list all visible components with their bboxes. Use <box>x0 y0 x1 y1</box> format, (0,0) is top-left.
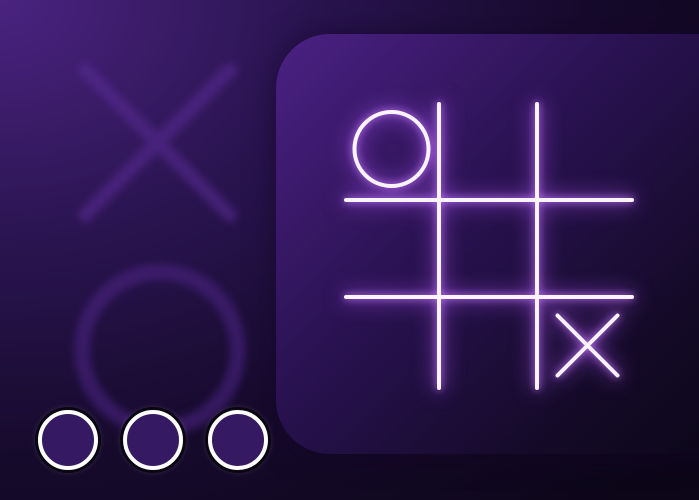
board-cell-0-2[interactable] <box>539 106 630 198</box>
indicator-dot[interactable] <box>123 410 183 470</box>
board-cell-2-0[interactable] <box>348 299 437 386</box>
board-cell-2-2[interactable] <box>539 299 630 386</box>
game-screen <box>0 0 699 500</box>
board-cell-1-2[interactable] <box>539 202 630 295</box>
background-decoration <box>74 63 246 436</box>
game-board <box>276 34 699 454</box>
indicator-dot[interactable] <box>38 410 98 470</box>
board-cell-0-1[interactable] <box>441 106 535 198</box>
board-cell-1-1[interactable] <box>441 202 535 295</box>
board-cell-1-0[interactable] <box>348 202 437 295</box>
indicator-dots <box>38 410 278 478</box>
board-cell-0-0[interactable] <box>348 106 437 198</box>
background-o-icon <box>74 264 246 436</box>
background-x-icon <box>78 63 237 222</box>
board-cell-2-1[interactable] <box>441 299 535 386</box>
indicator-dot[interactable] <box>208 410 268 470</box>
